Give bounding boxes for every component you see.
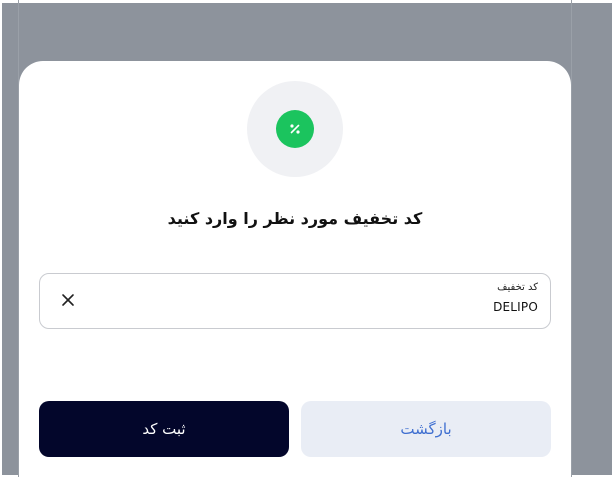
close-icon	[62, 294, 74, 306]
modal-title: کد تخفیف مورد نظر را وارد کنید	[167, 209, 423, 228]
discount-code-field[interactable]: کد تخفیف DELIPO	[39, 273, 551, 329]
page-edge-right	[571, 0, 572, 477]
discount-code-input[interactable]: DELIPO	[493, 300, 538, 314]
submit-code-button[interactable]: ثبت کد	[39, 401, 289, 457]
discount-code-label: کد تخفیف	[497, 282, 538, 293]
back-button[interactable]: بازگشت	[301, 401, 551, 457]
discount-code-modal: کد تخفیف مورد نظر را وارد کنید کد تخفیف …	[19, 61, 571, 491]
clear-button[interactable]	[58, 290, 78, 310]
icon-halo	[247, 81, 343, 177]
percent-icon	[276, 110, 314, 148]
